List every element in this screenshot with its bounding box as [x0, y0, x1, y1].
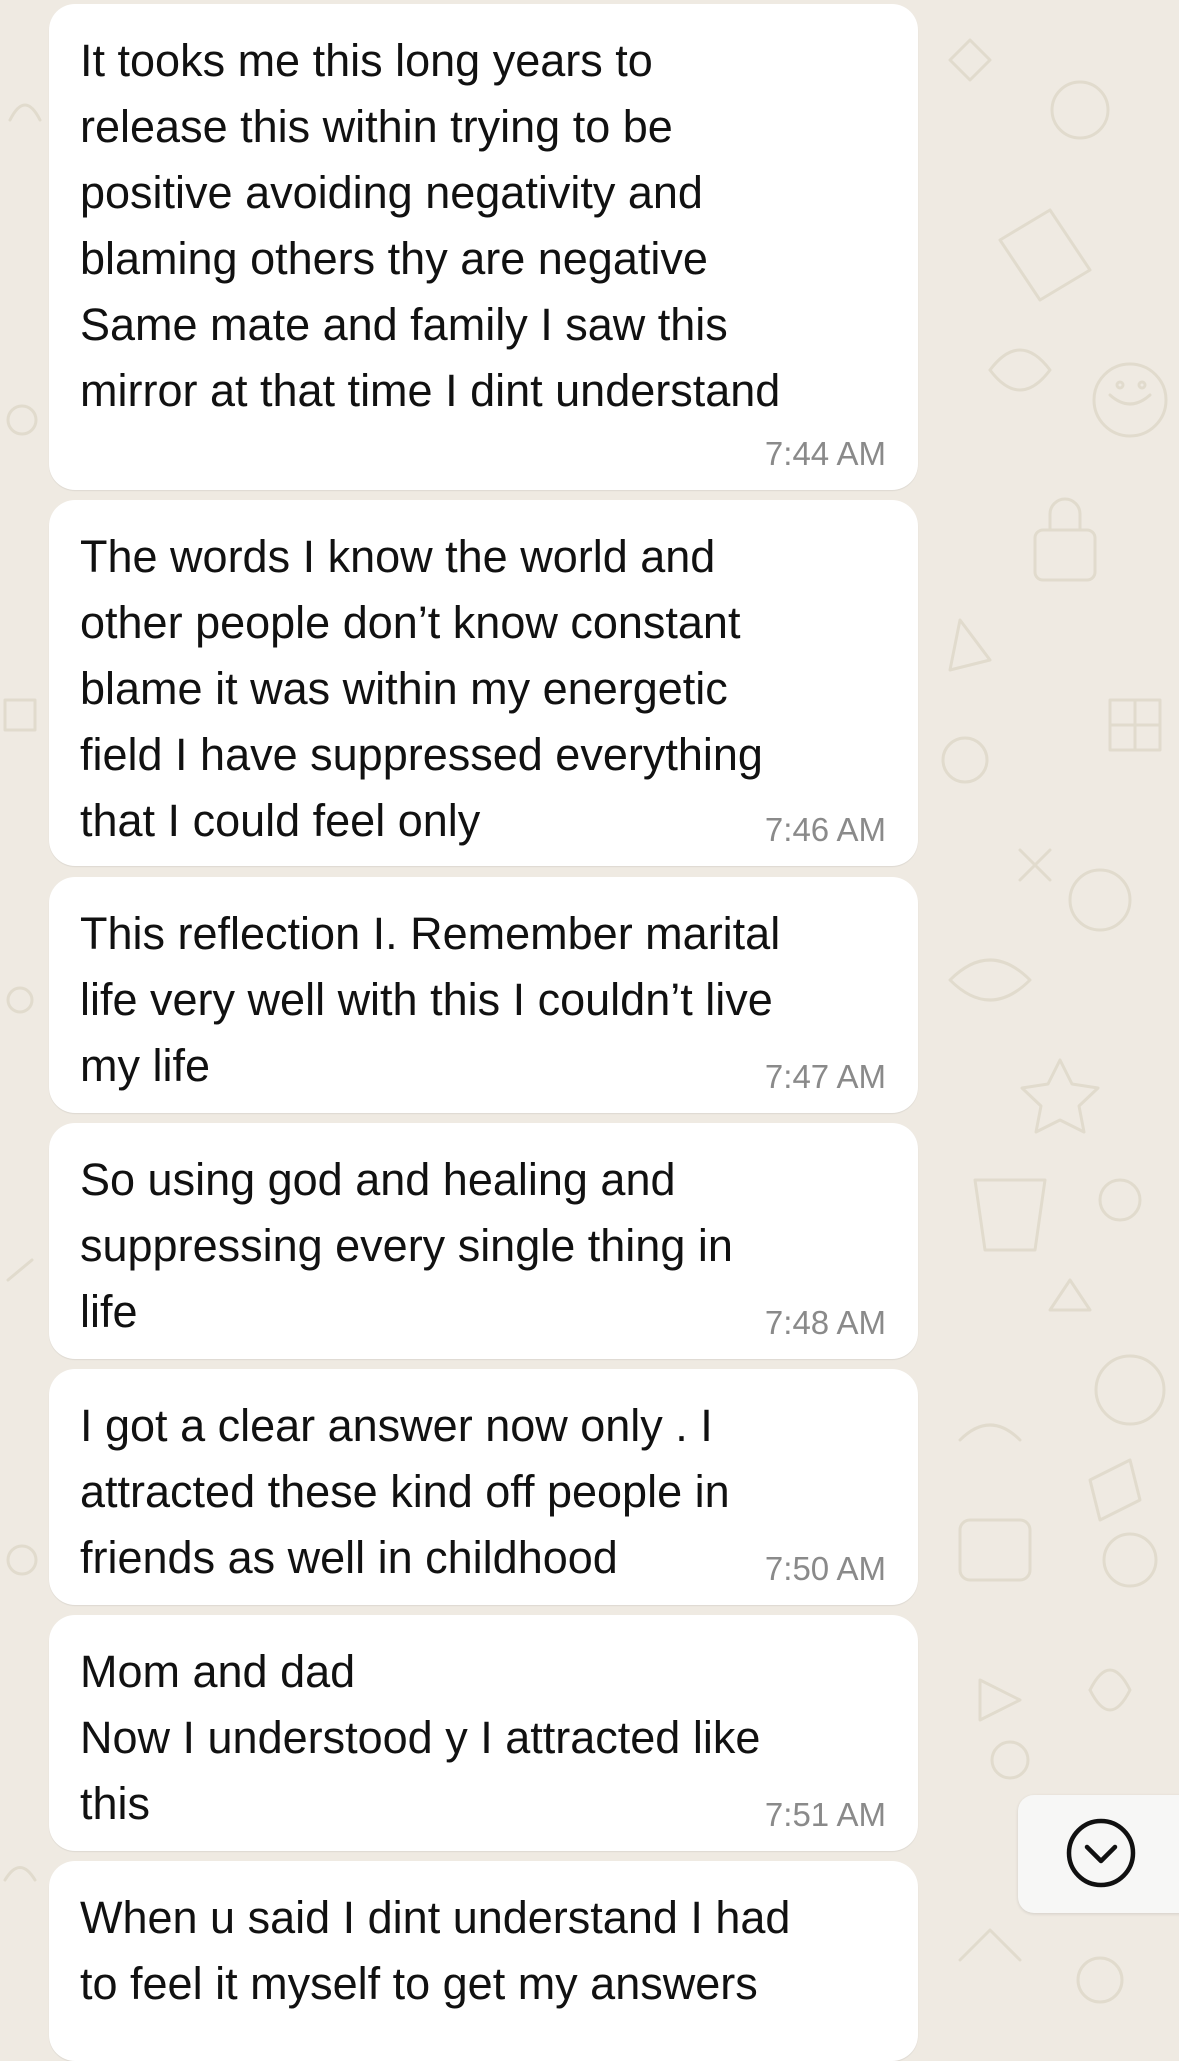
message-timestamp: 7:51 AM — [764, 1796, 886, 1833]
message-timestamp: 7:48 AM — [764, 1304, 886, 1341]
message-text: When u said I dint understand I had to f… — [80, 1892, 791, 2009]
message-bubble[interactable]: It tooks me this long years to release t… — [49, 4, 918, 490]
message-bubble[interactable]: When u said I dint understand I had to f… — [49, 1861, 918, 2061]
message-timestamp: 7:47 AM — [764, 1058, 886, 1095]
message-list[interactable]: It tooks me this long years to release t… — [0, 0, 1179, 2061]
message-bubble[interactable]: I got a clear answer now only . I attrac… — [49, 1369, 918, 1605]
message-bubble[interactable]: Mom and dad Now I understood y I attract… — [49, 1615, 918, 1851]
message-timestamp: 7:50 AM — [764, 1550, 886, 1587]
message-bubble[interactable]: This reflection I. Remember marital life… — [49, 877, 918, 1113]
message-timestamp: 7:46 AM — [764, 811, 886, 848]
message-bubble[interactable]: The words I know the world and other peo… — [49, 500, 918, 866]
scroll-to-bottom-button[interactable] — [1018, 1795, 1179, 1913]
message-bubble[interactable]: So using god and healing and suppressing… — [49, 1123, 918, 1359]
message-timestamp: 7:44 AM — [764, 435, 886, 472]
message-text: The words I know the world and other peo… — [80, 531, 763, 846]
chevron-down-circle-icon — [1066, 1818, 1136, 1888]
message-text: It tooks me this long years to release t… — [80, 35, 781, 416]
